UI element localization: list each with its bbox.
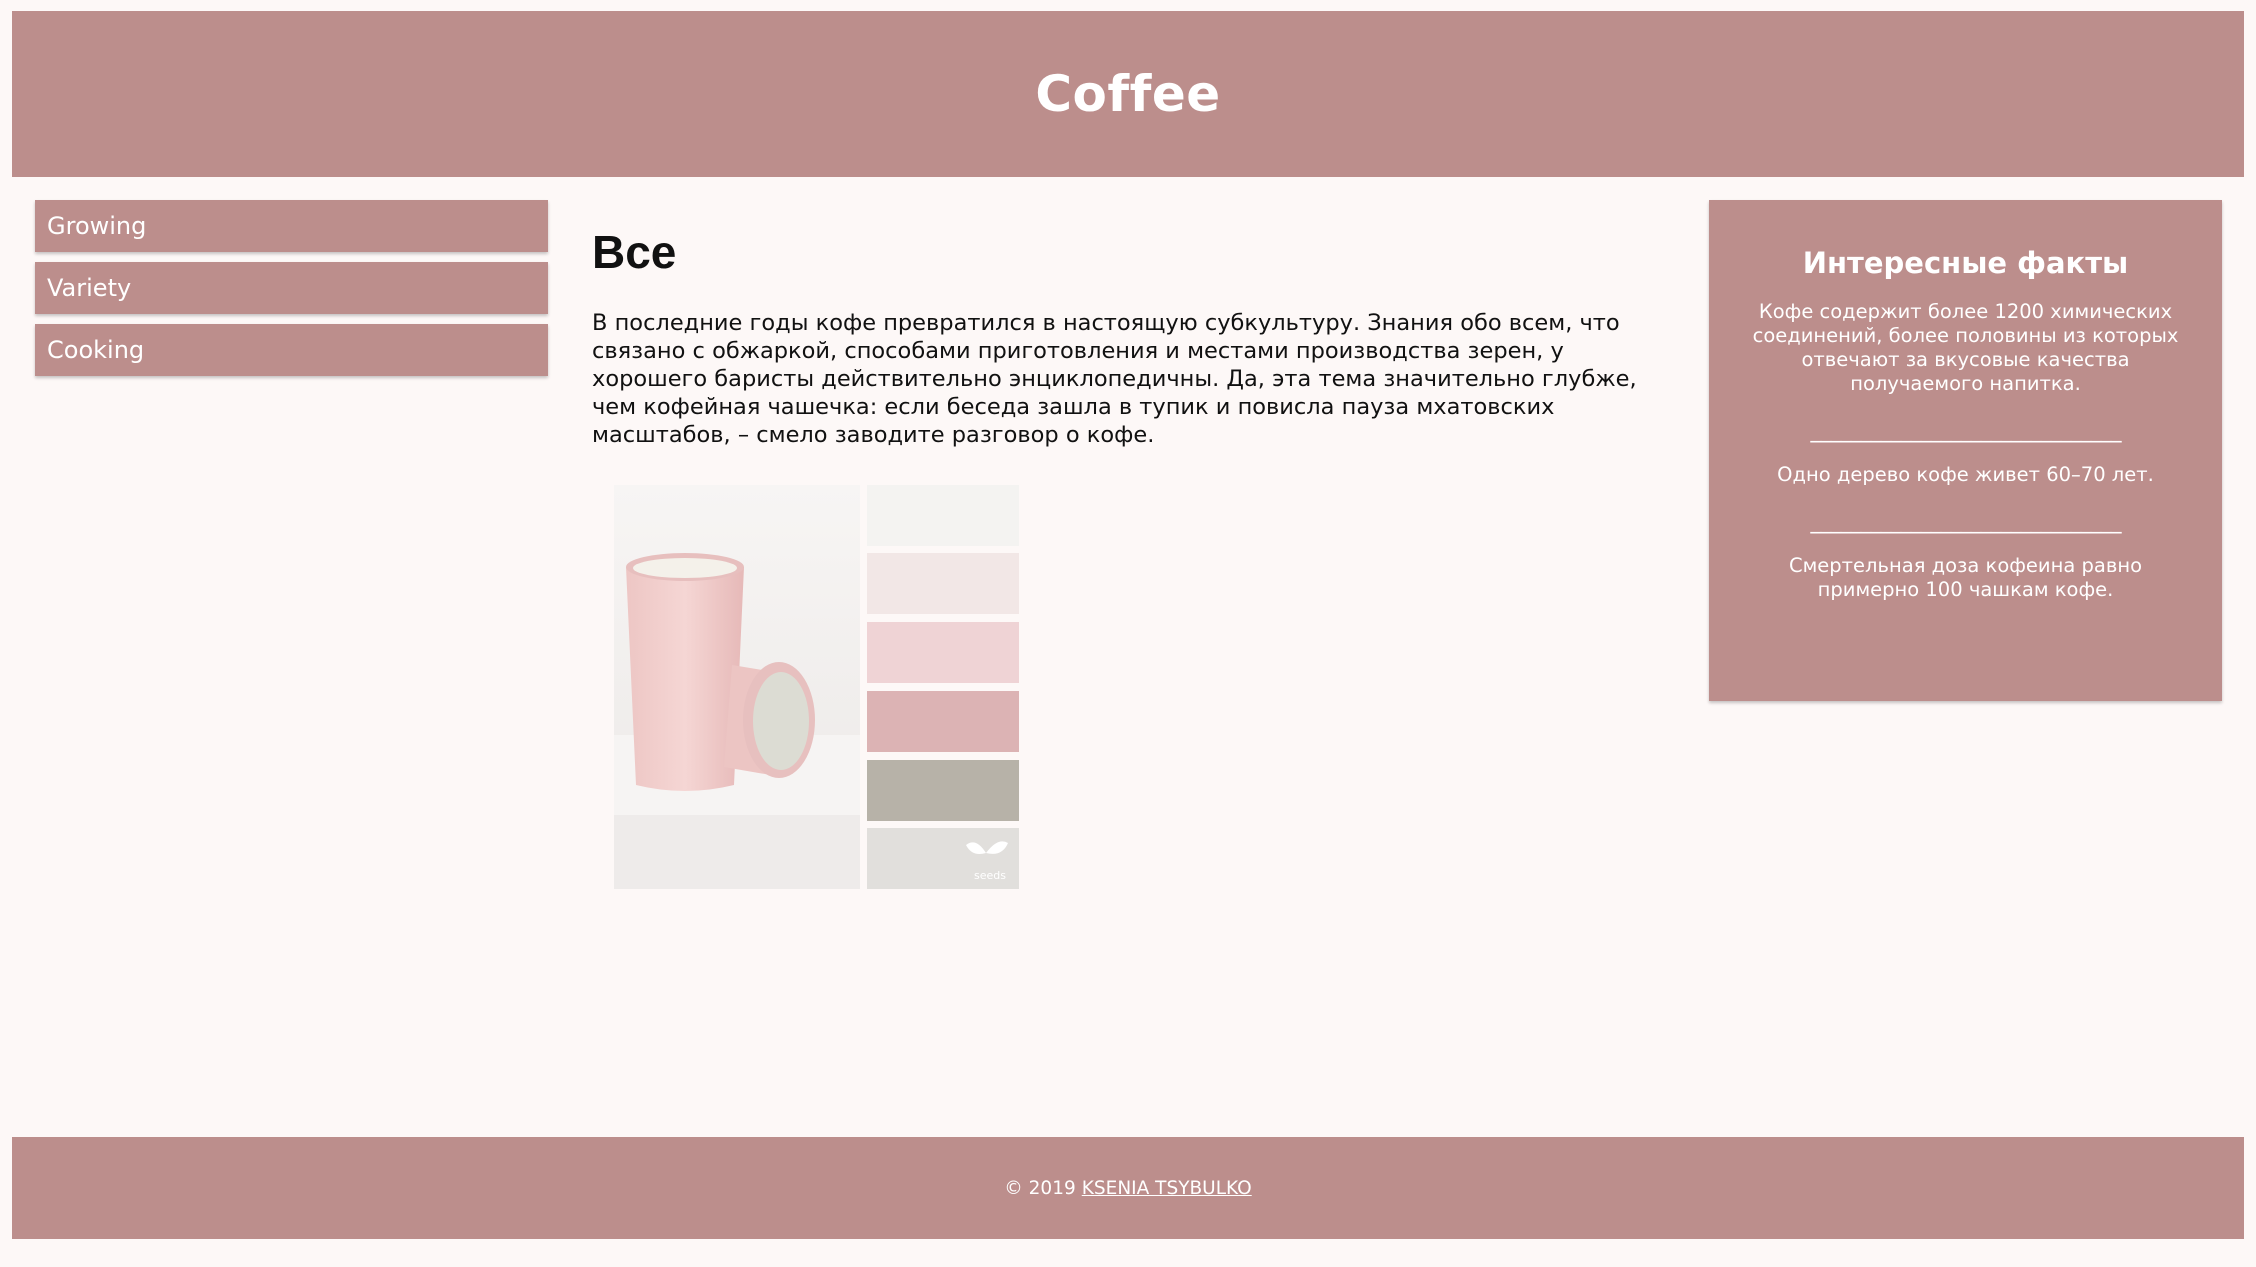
sidebar-item-variety[interactable]: Variety	[35, 262, 548, 314]
palette-swatch	[867, 622, 1019, 683]
sidebar-nav: Growing Variety Cooking	[35, 200, 548, 386]
facts-panel: Интересные факты Кофе содержит более 120…	[1709, 200, 2222, 701]
author-link[interactable]: KSENIA TSYBULKO	[1082, 1178, 1252, 1199]
site-title: Coffee	[1035, 65, 1221, 123]
facts-title: Интересные факты	[1802, 246, 2129, 280]
site-header: Coffee	[12, 11, 2244, 177]
intro-paragraph: В последние годы кофе превратился в наст…	[592, 310, 1637, 448]
copyright-text: © 2019	[1004, 1177, 1076, 1199]
palette-swatch	[867, 553, 1019, 614]
fact-item: Смертельная доза кофеина равно примерно …	[1788, 554, 2143, 601]
svg-text:seeds: seeds	[974, 869, 1006, 882]
sidebar-item-growing[interactable]: Growing	[35, 200, 548, 252]
fact-item: Кофе содержит более 1200 химических соед…	[1752, 300, 2179, 395]
divider: _______________________________	[1810, 509, 2122, 534]
site-footer: © 2019 KSENIA TSYBULKO	[12, 1137, 2244, 1239]
coffee-cups-palette-image: seeds	[614, 485, 1019, 889]
sidebar-item-cooking[interactable]: Cooking	[35, 324, 548, 376]
fact-item: Одно дерево кофе живет 60–70 лет.	[1777, 463, 2154, 486]
main-content: Все В последние годы кофе превратился в …	[592, 225, 1652, 889]
palette-swatch	[867, 760, 1019, 821]
page-title: Все	[592, 226, 677, 278]
palette-swatch	[867, 691, 1019, 752]
divider: _______________________________	[1810, 418, 2122, 443]
palette-swatch	[867, 485, 1019, 546]
